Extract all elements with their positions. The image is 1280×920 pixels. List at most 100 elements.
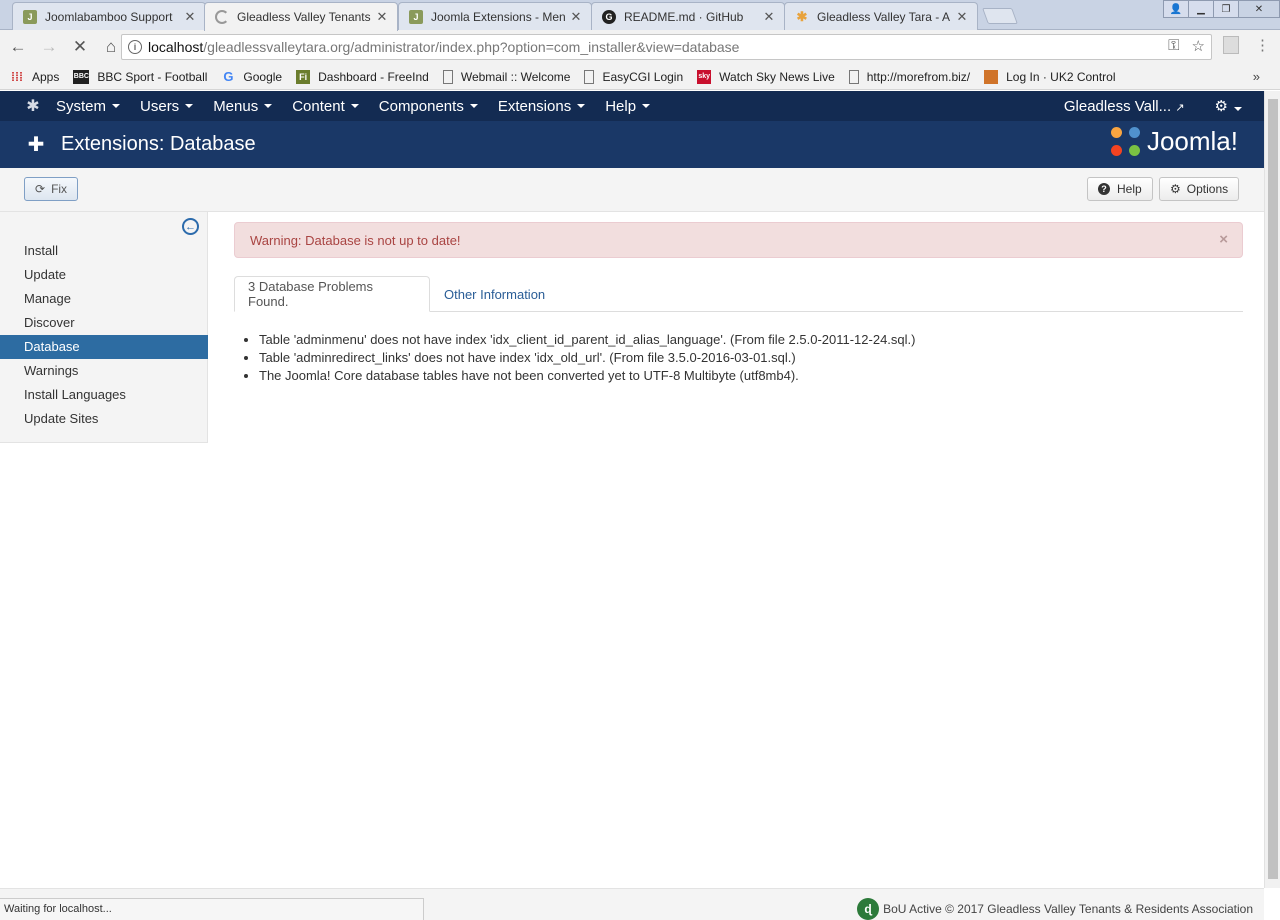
close-tab-icon[interactable]: ✕	[569, 9, 583, 25]
bookmark-label: EasyCGI Login	[602, 69, 684, 84]
bookmark-item[interactable]: Log In · UK2 Control	[984, 69, 1116, 84]
bookmark-item[interactable]: ⁞⁞⁞ Apps	[10, 70, 59, 84]
caret-down-icon	[350, 104, 359, 108]
restore-icon[interactable]: ❐	[1213, 0, 1239, 18]
minimize-icon[interactable]: ▁	[1188, 0, 1214, 18]
problems-list: Table 'adminmenu' does not have index 'i…	[259, 331, 915, 385]
sidebar: ← Install Update Manage Discover Databas…	[0, 212, 208, 443]
menu-label: Content	[292, 97, 345, 115]
fix-button[interactable]: ⟳ Fix	[24, 177, 79, 201]
help-button[interactable]: ? Help	[1087, 177, 1153, 201]
bookmark-star-icon[interactable]: ☆	[1192, 37, 1205, 55]
sidebar-item-install[interactable]: Install	[0, 239, 208, 263]
user-settings-dropdown[interactable]: ⚙	[1215, 97, 1242, 115]
page-title: Extensions: Database	[61, 133, 256, 155]
fix-label: Fix	[51, 182, 68, 196]
window-controls: 👤 ▁ ❐ ✕	[1163, 0, 1280, 18]
menu-content[interactable]: Content	[292, 98, 359, 115]
bbc-icon: BBC	[73, 69, 90, 84]
stop-loading-icon[interactable]: ✕	[66, 33, 94, 61]
bookmark-item[interactable]: BBC BBC Sport - Football	[73, 69, 208, 84]
page-icon	[442, 69, 453, 84]
bookmark-item[interactable]: EasyCGI Login	[584, 69, 684, 84]
site-link[interactable]: Gleadless Vall... ↗	[1064, 98, 1185, 115]
menu-extensions[interactable]: Extensions	[497, 97, 586, 115]
caret-down-icon	[264, 104, 273, 108]
browser-tab[interactable]: J Joomla Extensions - Men ✕	[398, 2, 592, 30]
close-tab-icon[interactable]: ✕	[375, 9, 389, 25]
external-link-icon: ↗	[1175, 101, 1185, 114]
menu-menus[interactable]: Menus	[213, 97, 273, 115]
options-button[interactable]: ⚙ Options	[1159, 177, 1240, 201]
help-label: Help	[1117, 182, 1142, 196]
bookmark-label: Webmail :: Welcome	[460, 69, 571, 84]
menu-components[interactable]: Components	[379, 98, 478, 115]
footer-text: BoU Active © 2017 Gleadless Valley Tenan…	[883, 902, 1253, 916]
bookmark-item[interactable]: Fi Dashboard - FreeInd	[296, 69, 429, 84]
github-icon: G	[602, 9, 616, 24]
browser-tab[interactable]: ✱ Gleadless Valley Tara - A ✕	[784, 2, 978, 30]
browser-tab[interactable]: G README.md · GitHub ✕	[591, 2, 785, 30]
page-icon	[848, 69, 859, 84]
menu-label: Menus	[213, 97, 259, 115]
bookmark-item[interactable]: sky Watch Sky News Live	[697, 69, 835, 84]
sidebar-item-install-languages[interactable]: Install Languages	[0, 383, 208, 407]
close-icon[interactable]: ×	[1219, 231, 1228, 248]
google-icon: G	[223, 69, 234, 84]
gear-icon: ⚙	[1214, 98, 1228, 115]
bookmark-item[interactable]: G Google	[221, 69, 282, 84]
address-bar[interactable]: i localhost/gleadlessvalleytara.org/admi…	[121, 34, 1212, 60]
bookmarks-bar: ⁞⁞⁞ Apps BBC BBC Sport - Football G Google …	[0, 64, 1280, 90]
close-tab-icon[interactable]: ✕	[183, 9, 197, 25]
url-host: localhost	[148, 39, 204, 55]
more-bookmarks-icon[interactable]: »	[1253, 69, 1260, 84]
sidebar-item-database[interactable]: Database	[0, 335, 208, 359]
joomla-brand-icon	[1110, 126, 1141, 157]
bookmark-label: http://morefrom.biz/	[866, 69, 971, 84]
caret-down-icon	[1234, 107, 1242, 111]
site-info-icon[interactable]: i	[128, 40, 142, 54]
vertical-scrollbar[interactable]	[1264, 91, 1280, 888]
browser-tab[interactable]: J Joomlabamboo Support ✕	[12, 2, 206, 30]
page-header: ✚ Extensions: Database Joomla!	[0, 121, 1264, 168]
alert-message: Warning: Database is not up to date!	[250, 232, 461, 248]
joomla-brand-text: Joomla!	[1146, 126, 1238, 156]
sidebar-item-discover[interactable]: Discover	[0, 311, 208, 335]
tab-other-information[interactable]: Other Information	[431, 276, 558, 312]
close-tab-icon[interactable]: ✕	[762, 9, 776, 25]
url-path: /gleadlessvalleytara.org/administrator/i…	[203, 39, 740, 55]
menu-users[interactable]: Users	[140, 98, 194, 115]
sidebar-item-update-sites[interactable]: Update Sites	[0, 407, 208, 431]
bookmark-label: BBC Sport - Football	[97, 69, 208, 84]
caret-down-icon	[185, 104, 194, 108]
scrollbar-thumb[interactable]	[1268, 99, 1278, 879]
sidebar-item-update[interactable]: Update	[0, 263, 208, 287]
new-tab-button[interactable]	[982, 8, 1018, 24]
back-icon[interactable]: ←	[4, 33, 32, 61]
tab-title: Gleadless Valley Tara - A	[817, 9, 950, 24]
bookmark-label: Watch Sky News Live	[719, 69, 835, 84]
menu-system[interactable]: System	[56, 98, 121, 115]
user-profile-icon[interactable]: 👤	[1163, 0, 1189, 18]
joomla-logo-icon[interactable]: ✱	[24, 97, 42, 115]
sidebar-item-warnings[interactable]: Warnings	[0, 359, 208, 383]
joomla-brand: Joomla!	[1110, 126, 1238, 157]
sidebar-item-manage[interactable]: Manage	[0, 287, 208, 311]
action-toolbar: ⟳ Fix ? Help ⚙ Options	[0, 168, 1264, 212]
chrome-menu-icon[interactable]: ⋮	[1255, 36, 1270, 54]
key-icon[interactable]: ⚿	[1168, 37, 1179, 55]
browser-tab-active[interactable]: Gleadless Valley Tenants ✕	[204, 2, 398, 31]
forward-icon[interactable]: →	[35, 33, 63, 61]
menu-label: Components	[378, 97, 464, 115]
menu-label: Extensions	[497, 97, 572, 115]
content-tabs: 3 Database Problems Found. Other Informa…	[234, 276, 1243, 312]
bookmark-item[interactable]: Webmail :: Welcome	[442, 69, 571, 84]
bookmark-item[interactable]: http://morefrom.biz/	[848, 69, 971, 84]
collapse-sidebar-icon[interactable]: ←	[182, 218, 199, 235]
close-window-icon[interactable]: ✕	[1238, 0, 1280, 18]
menu-help[interactable]: Help	[605, 98, 651, 115]
tab-problems[interactable]: 3 Database Problems Found.	[234, 276, 430, 312]
extension-icon[interactable]	[1223, 36, 1239, 54]
close-tab-icon[interactable]: ✕	[955, 9, 969, 25]
joomlabamboo-favicon-icon: J	[23, 9, 37, 24]
